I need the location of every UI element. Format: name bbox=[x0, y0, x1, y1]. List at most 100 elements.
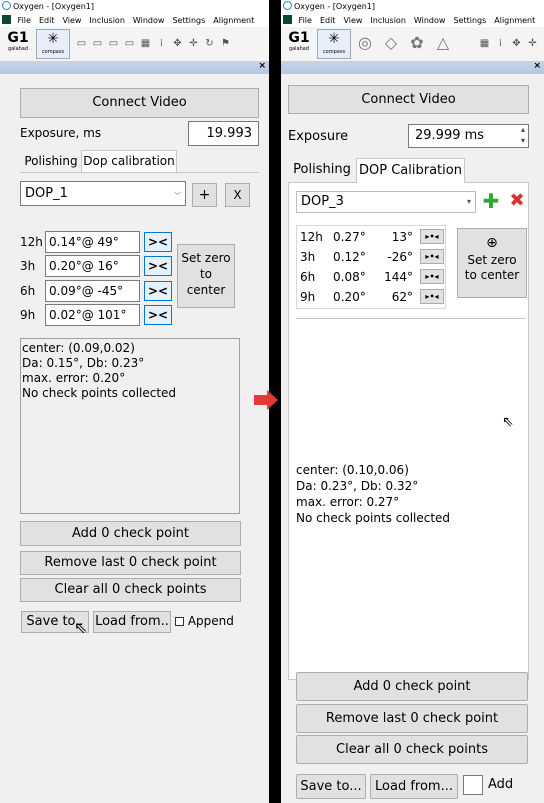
crosshair-icon[interactable]: ✛ bbox=[525, 37, 540, 51]
menu-inclusion[interactable]: Inclusion bbox=[370, 16, 405, 25]
align-button[interactable]: >< bbox=[144, 281, 172, 301]
flower-gem-icon[interactable]: ✿ bbox=[405, 32, 429, 54]
window-title: Oxygen - [Oxygen1] bbox=[294, 2, 375, 11]
clear-all-check-points-button[interactable]: Clear all 0 check points bbox=[296, 735, 528, 764]
menu-alignment[interactable]: Alignment bbox=[494, 16, 535, 25]
row-value: 0.09°@ -45° bbox=[45, 280, 140, 302]
set-zero-line1: Set zero bbox=[467, 253, 517, 267]
title-bar: Oxygen - [Oxygen1] bbox=[0, 0, 269, 14]
flag-icon[interactable]: ⚑ bbox=[218, 37, 233, 51]
close-icon[interactable]: × bbox=[533, 61, 541, 71]
galahad-label: galahad bbox=[288, 46, 310, 52]
menu-window[interactable]: Window bbox=[414, 16, 446, 25]
align-button[interactable]: >< bbox=[144, 232, 172, 252]
arrow-right-icon bbox=[254, 390, 278, 410]
crosshair-icon[interactable]: ✛ bbox=[186, 37, 201, 51]
row-value: 0.12° bbox=[333, 250, 366, 264]
tab-dop-calibration[interactable]: DOP Calibration bbox=[356, 158, 465, 183]
append-label: Append bbox=[187, 614, 234, 628]
grid-icon[interactable]: ▦ bbox=[138, 37, 153, 51]
center-align-icon[interactable]: ▸•◂ bbox=[420, 229, 444, 244]
remove-last-check-point-button[interactable]: Remove last 0 check point bbox=[296, 704, 528, 733]
align-button[interactable]: >< bbox=[144, 305, 172, 325]
g1-label: G1 bbox=[288, 30, 310, 46]
compass-button[interactable]: ✳ compass bbox=[317, 29, 351, 59]
layout4-icon[interactable]: ▭ bbox=[122, 37, 137, 51]
menu-file[interactable]: File bbox=[299, 16, 312, 25]
diamond-gem-icon[interactable]: ◇ bbox=[379, 32, 403, 54]
max-error-text: max. error: 0.20° bbox=[22, 371, 126, 385]
checkbox-box[interactable] bbox=[175, 617, 184, 626]
compass-icon: ✳ bbox=[47, 31, 59, 47]
row-value: 0.02°@ 101° bbox=[45, 304, 140, 326]
menu-edit[interactable]: Edit bbox=[320, 16, 336, 25]
spin-arrows-icon[interactable]: ▴ ▾ bbox=[521, 124, 525, 146]
menu-alignment[interactable]: Alignment bbox=[213, 16, 254, 25]
move-icon[interactable]: ✥ bbox=[170, 37, 185, 51]
set-zero-button[interactable]: ⊕ Set zero to center bbox=[457, 228, 527, 298]
dop-select-value: DOP_1 bbox=[25, 186, 68, 201]
da-db-text: Da: 0.15°, Db: 0.23° bbox=[22, 356, 145, 370]
add-checkbox[interactable] bbox=[463, 775, 483, 795]
info-panel: center: (0.09,0.02) Da: 0.15°, Db: 0.23°… bbox=[20, 338, 240, 514]
clear-all-check-points-button[interactable]: Clear all 0 check points bbox=[20, 578, 241, 602]
remove-last-check-point-button[interactable]: Remove last 0 check point bbox=[20, 551, 241, 575]
dop-select[interactable]: DOP_3 ▾ bbox=[296, 191, 476, 213]
menu-view[interactable]: View bbox=[343, 16, 362, 25]
load-from-button[interactable]: Load from... bbox=[370, 774, 458, 799]
grid-icon[interactable]: ▦ bbox=[477, 37, 492, 51]
title-bar: Oxygen - [Oxygen1] bbox=[281, 0, 544, 14]
move-icon[interactable]: ✥ bbox=[509, 37, 524, 51]
galahad-button[interactable]: G1 galahad bbox=[4, 31, 32, 57]
align-button[interactable]: >< bbox=[144, 256, 172, 276]
exposure-input[interactable]: 19.993 bbox=[188, 121, 259, 146]
connect-video-button[interactable]: Connect Video bbox=[288, 85, 529, 114]
pavilion-gem-icon[interactable]: △ bbox=[431, 32, 455, 54]
set-zero-button[interactable]: Set zero to center bbox=[177, 244, 235, 308]
tab-dop-calibration[interactable]: Dop calibration bbox=[81, 150, 177, 172]
menu-bar: File Edit View Inclusion Window Settings Align… bbox=[281, 14, 544, 27]
close-icon[interactable]: × bbox=[258, 61, 266, 71]
load-from-button[interactable]: Load from.. bbox=[93, 611, 171, 633]
rotate-icon[interactable]: ↻ bbox=[202, 37, 217, 51]
menu-edit[interactable]: Edit bbox=[39, 16, 55, 25]
row-label: 9h bbox=[20, 308, 36, 322]
menu-file[interactable]: File bbox=[18, 16, 31, 25]
add-check-point-button[interactable]: Add 0 check point bbox=[20, 521, 241, 546]
menu-settings[interactable]: Settings bbox=[453, 16, 486, 25]
add-dop-button[interactable]: + bbox=[192, 183, 217, 207]
connect-video-button[interactable]: Connect Video bbox=[20, 88, 259, 118]
append-checkbox[interactable]: Append bbox=[175, 613, 234, 629]
dop-select[interactable]: DOP_1 ⌵ bbox=[20, 181, 186, 206]
toolbar: G1 galahad ✳ compass ▭ ▭ ▭ ▭ ▦ ⁞ ✥ ✛ ↻ ⚑ bbox=[0, 27, 269, 62]
menu-view[interactable]: View bbox=[62, 16, 81, 25]
mouse-cursor-icon: ⇖ bbox=[502, 414, 514, 430]
layout-icon[interactable]: ▭ bbox=[74, 37, 89, 51]
menu-inclusion[interactable]: Inclusion bbox=[89, 16, 124, 25]
tab-polishing[interactable]: Polishing bbox=[22, 151, 80, 171]
delete-icon[interactable]: ✖ bbox=[506, 190, 528, 212]
layout3-icon[interactable]: ▭ bbox=[106, 37, 121, 51]
galahad-button[interactable]: G1 galahad bbox=[285, 31, 313, 57]
add-icon[interactable]: ✚ bbox=[480, 190, 502, 212]
tab-polishing[interactable]: Polishing bbox=[289, 160, 355, 180]
menu-window[interactable]: Window bbox=[133, 16, 165, 25]
menu-settings[interactable]: Settings bbox=[172, 16, 205, 25]
round-gem-icon[interactable]: ◎ bbox=[353, 32, 377, 54]
add-checkbox-label: Add bbox=[488, 777, 514, 792]
exposure-spinbox[interactable]: 29.999 ms ▴ ▾ bbox=[408, 124, 529, 148]
separator-icon: ⁞ bbox=[498, 38, 503, 49]
check-points-status: No check points collected bbox=[22, 386, 177, 400]
exposure-label: Exposure bbox=[288, 129, 349, 144]
save-to-button[interactable]: Save to... bbox=[296, 774, 366, 799]
max-error-text: max. error: 0.27° bbox=[296, 495, 400, 509]
layout2-icon[interactable]: ▭ bbox=[90, 37, 105, 51]
remove-dop-button[interactable]: X bbox=[225, 183, 250, 207]
add-check-point-button[interactable]: Add 0 check point bbox=[296, 672, 528, 701]
compass-button[interactable]: ✳ compass bbox=[36, 29, 70, 59]
center-align-icon[interactable]: ▸•◂ bbox=[420, 289, 444, 304]
row-label: 9h bbox=[300, 290, 316, 304]
center-align-icon[interactable]: ▸•◂ bbox=[420, 249, 444, 264]
row-value: 0.27° bbox=[333, 230, 366, 244]
center-align-icon[interactable]: ▸•◂ bbox=[420, 269, 444, 284]
